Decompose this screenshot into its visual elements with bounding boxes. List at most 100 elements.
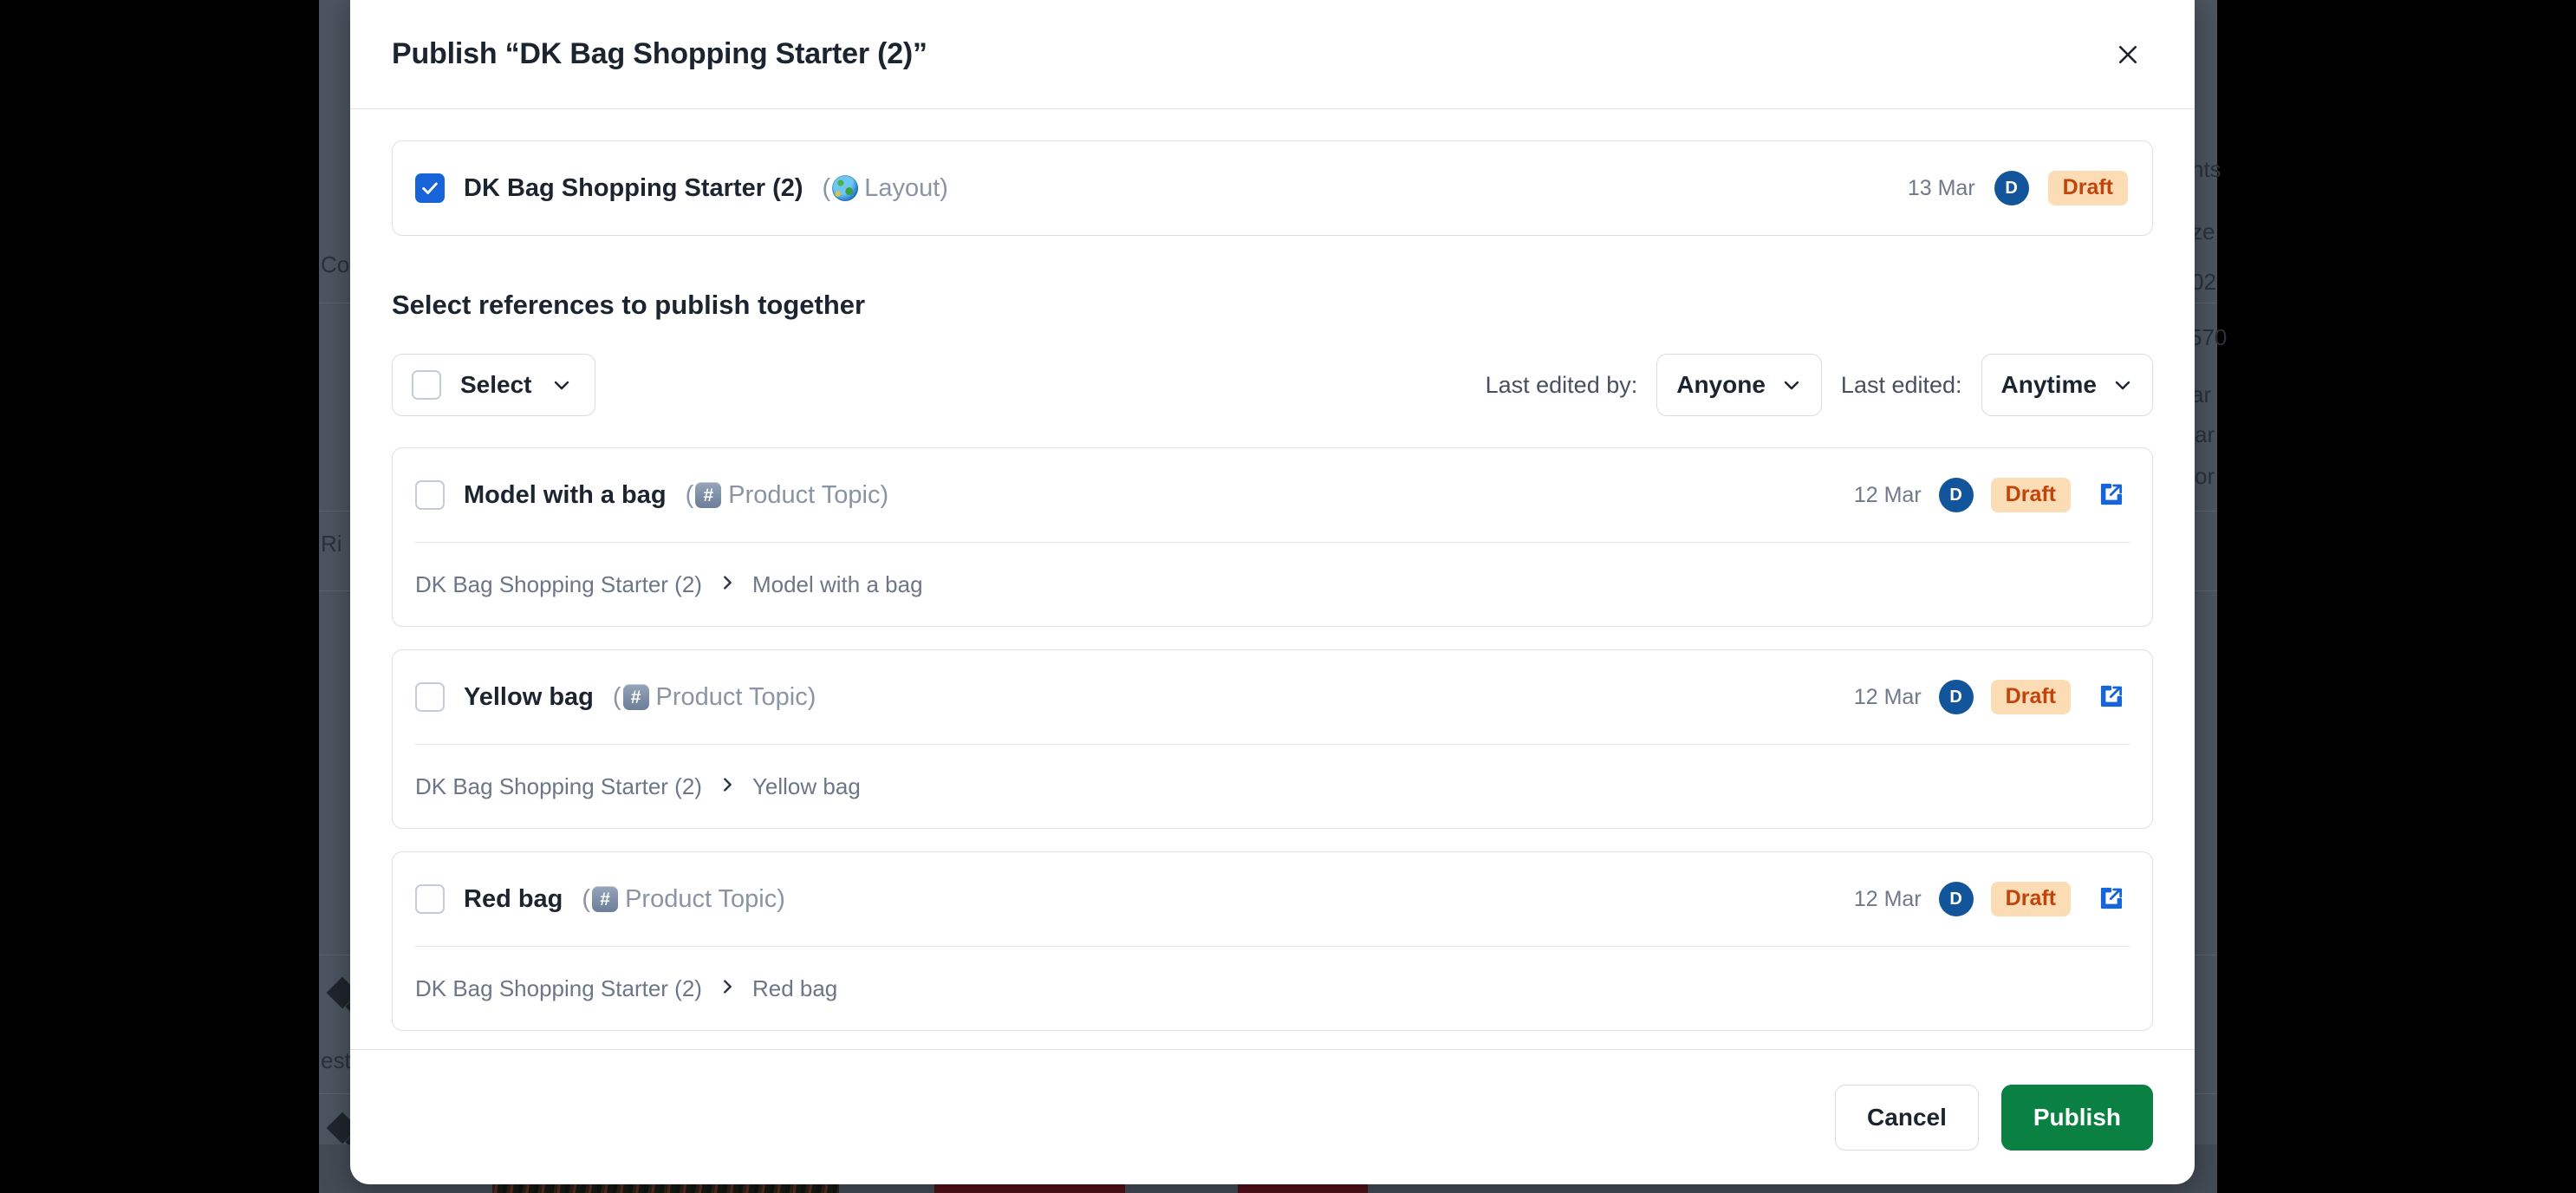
primary-document-type: (Layout) [823, 174, 948, 203]
background-text: Ri [321, 531, 342, 557]
reference-checkbox[interactable] [415, 682, 445, 712]
reference-title: Model with a bag [464, 480, 667, 509]
background-text: ar [2195, 421, 2215, 447]
references-section-heading: Select references to publish together [392, 290, 866, 320]
reference-type: (# Product Topic) [613, 683, 816, 712]
background-text: 570 [2189, 324, 2228, 350]
select-all-button[interactable]: Select [392, 354, 595, 416]
hash-icon: # [695, 482, 722, 508]
references-filter-bar: Select Last edited by: Anyone Last edite… [392, 354, 2153, 416]
open-paren: ( [685, 480, 694, 509]
reference-date: 12 Mar [1853, 886, 1922, 911]
open-reference-button[interactable] [2095, 883, 2128, 916]
close-paren: ) [880, 480, 889, 509]
status-badge: Draft [1990, 680, 2071, 714]
reference-card[interactable]: Red bag (#Product Topic) 12 Mar D Draft [392, 851, 2153, 1031]
reference-checkbox[interactable] [415, 480, 445, 510]
breadcrumb: DK Bag Shopping Starter (2) Red bag [393, 947, 2152, 1030]
reference-card[interactable]: Yellow bag (# Product Topic) 12 Mar D Dra… [392, 649, 2153, 829]
background-text: est [321, 1047, 351, 1073]
breadcrumb-item[interactable]: DK Bag Shopping Starter (2) [415, 975, 702, 1002]
breadcrumb: DK Bag Shopping Starter (2) Model with a… [393, 543, 2152, 626]
close-paren: ) [777, 884, 785, 913]
globe-icon [832, 175, 859, 201]
dialog-footer: Cancel Publish [350, 1049, 2195, 1184]
reference-card-meta: 12 Mar D Draft [1854, 478, 2128, 512]
reference-card-meta: 12 Mar D Draft [1854, 882, 2128, 916]
external-link-icon [2098, 884, 2125, 915]
open-paren: ( [582, 884, 591, 913]
last-edited-by-label: Last edited by: [1485, 371, 1638, 398]
reference-checkbox[interactable] [415, 884, 445, 914]
reference-card-main: Red bag (# Product Topic) 12 Mar D Draft [393, 852, 2152, 946]
reference-card[interactable]: Model with a bag (# Product Topic) 12 Mar… [392, 447, 2153, 627]
breadcrumb-item[interactable]: Model with a bag [752, 571, 923, 598]
last-edited-by-value: Anyone [1676, 371, 1766, 398]
reference-card-info: Model with a bag (# Product Topic) [415, 480, 1854, 510]
chevron-right-icon [718, 977, 737, 1001]
publish-dialog: Publish “DK Bag Shopping Starter (2)” DK… [350, 0, 2195, 1184]
external-link-icon [2098, 480, 2125, 511]
primary-document-type-label: Layout [864, 173, 940, 202]
primary-document-title: DK Bag Shopping Starter (2) [464, 173, 803, 202]
select-all-checkbox[interactable] [412, 370, 441, 400]
reference-date: 12 Mar [1853, 482, 1922, 507]
close-button[interactable] [2101, 28, 2155, 81]
status-badge: Draft [2047, 171, 2128, 205]
chevron-right-icon [718, 573, 737, 596]
primary-document-row[interactable]: DK Bag Shopping Starter (2) (Layout) 13 … [392, 140, 2153, 236]
external-link-icon [2098, 682, 2125, 713]
close-paren: ) [940, 173, 948, 202]
close-paren: ) [807, 682, 816, 711]
breadcrumb-item[interactable]: DK Bag Shopping Starter (2) [415, 571, 702, 598]
breadcrumb-item[interactable]: Yellow bag [752, 773, 861, 800]
reference-card-main: Model with a bag (# Product Topic) 12 Mar… [393, 448, 2152, 542]
reference-type: (# Product Topic) [686, 481, 889, 510]
last-edited-by-dropdown[interactable]: Anyone [1656, 354, 1822, 416]
breadcrumb-item[interactable]: Red bag [752, 975, 837, 1002]
background-text: Co [321, 251, 350, 277]
reference-type-label: Product Topic [728, 480, 881, 509]
dialog-body: DK Bag Shopping Starter (2) (Layout) 13 … [350, 109, 2195, 1049]
open-reference-button[interactable] [2095, 681, 2128, 714]
page-title: Publish “DK Bag Shopping Starter (2)” [392, 37, 927, 70]
background-text: 02 [2191, 269, 2216, 295]
last-edited-value: Anytime [2000, 371, 2097, 398]
chevron-down-icon [551, 375, 572, 395]
avatar[interactable]: D [1938, 478, 1974, 512]
primary-document-date: 13 Mar [1907, 175, 1975, 200]
dialog-header: Publish “DK Bag Shopping Starter (2)” [350, 0, 2195, 109]
reference-date: 12 Mar [1853, 684, 1922, 709]
chevron-down-icon [1781, 375, 1802, 395]
primary-document-checkbox[interactable] [415, 173, 445, 203]
avatar[interactable]: D [1994, 171, 2029, 205]
status-badge: Draft [1990, 882, 2071, 916]
background-text: ze [2191, 218, 2215, 244]
reference-card-meta: 12 Mar D Draft [1854, 680, 2128, 714]
reference-card-main: Yellow bag (# Product Topic) 12 Mar D Dra… [393, 650, 2152, 744]
primary-document-info: DK Bag Shopping Starter (2) (Layout) [415, 173, 1908, 203]
status-badge: Draft [1990, 478, 2071, 512]
open-paren: ( [612, 682, 621, 711]
reference-type-label: Product Topic [625, 884, 777, 913]
breadcrumb: DK Bag Shopping Starter (2) Yellow bag [393, 745, 2152, 828]
hash-icon: # [592, 886, 619, 912]
last-edited-dropdown[interactable]: Anytime [1981, 354, 2153, 416]
reference-card-info: Red bag (# Product Topic) [415, 884, 1854, 914]
breadcrumb-item[interactable]: DK Bag Shopping Starter (2) [415, 773, 702, 800]
avatar[interactable]: D [1938, 882, 1974, 916]
reference-title: Red bag [464, 884, 563, 913]
filters-group: Last edited by: Anyone Last edited: Anyt… [1486, 354, 2153, 416]
reference-type: (# Product Topic) [582, 885, 785, 914]
open-reference-button[interactable] [2095, 479, 2128, 512]
select-all-label: Select [460, 371, 532, 398]
reference-title: Yellow bag [464, 682, 594, 711]
cancel-button[interactable]: Cancel [1835, 1084, 1979, 1151]
reference-card-info: Yellow bag (# Product Topic) [415, 682, 1854, 712]
background-text: nts [2191, 156, 2221, 182]
avatar[interactable]: D [1938, 680, 1974, 714]
reference-type-label: Product Topic [655, 682, 808, 711]
publish-button[interactable]: Publish [2000, 1084, 2153, 1151]
reference-list: Model with a bag (# Product Topic) 12 Mar… [392, 447, 2153, 1031]
primary-document-meta: 13 Mar D Draft [1908, 171, 2128, 205]
